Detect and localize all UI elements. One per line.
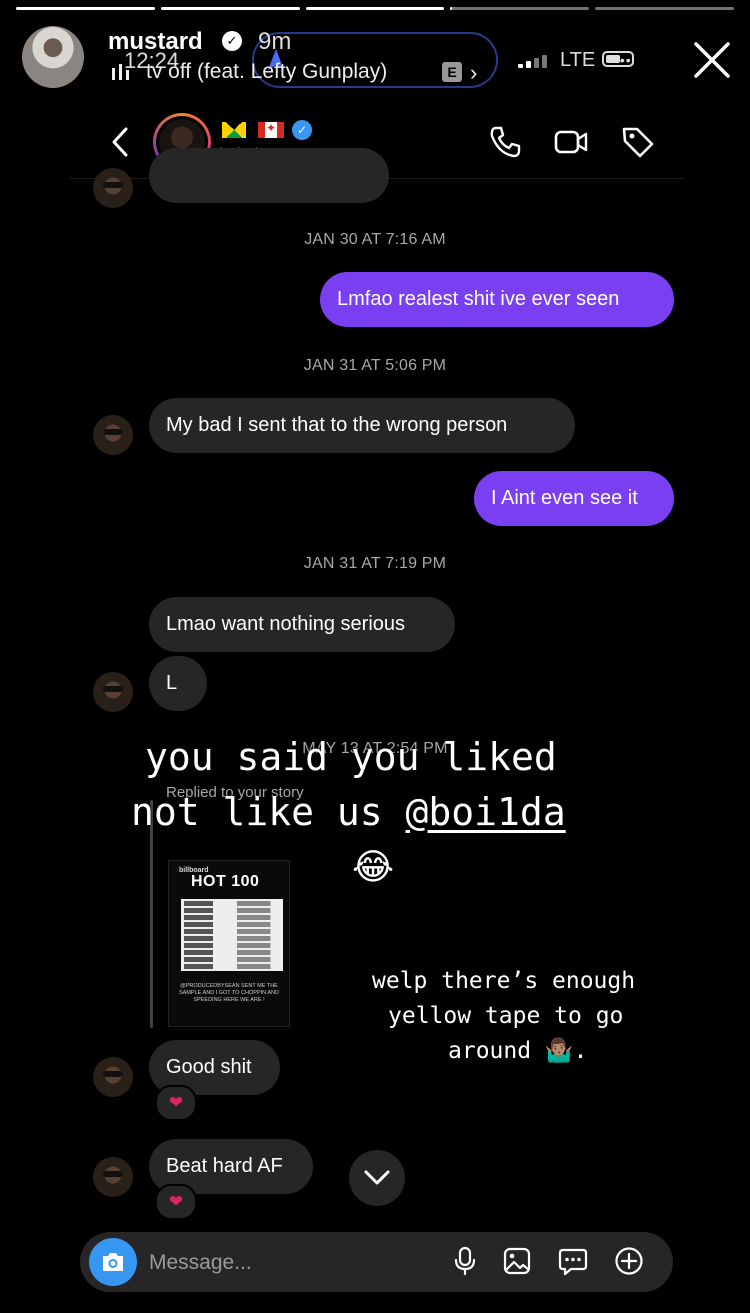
heart-reaction-icon[interactable]: ❤ [155, 1085, 197, 1121]
battery-dots: ••• [614, 52, 632, 68]
close-icon[interactable] [690, 38, 734, 82]
explicit-badge: E [442, 62, 462, 82]
thumb-title: HOT 100 [191, 873, 260, 890]
network-type: LTE [560, 49, 596, 71]
progress-segment [16, 7, 155, 10]
story-avatar[interactable] [22, 26, 84, 88]
timestamp: JAN 30 AT 7:16 AM [304, 231, 446, 248]
music-bars-icon [112, 64, 129, 80]
outgoing-message[interactable]: Lmfao realest shit ive ever seen [320, 272, 674, 327]
camera-icon [103, 1253, 123, 1271]
heart-reaction-icon[interactable]: ❤ [155, 1184, 197, 1220]
verified-icon: ✓ [292, 120, 312, 140]
jamaica-flag-icon [222, 122, 246, 138]
overlay-text: not like us [131, 790, 406, 834]
story-overlay-line1: you said you liked [145, 735, 557, 779]
story-overlay-small-2: yellow tape to go [388, 1003, 624, 1029]
sender-avatar[interactable] [93, 672, 133, 712]
message-bubble-partial [149, 148, 389, 203]
progress-segment [450, 7, 590, 10]
chevron-right-icon[interactable]: › [470, 60, 477, 86]
video-call-icon[interactable] [553, 124, 589, 160]
sender-avatar[interactable] [93, 415, 133, 455]
canada-flag-icon [258, 121, 284, 138]
timestamp: JAN 31 AT 7:19 PM [303, 555, 447, 572]
chevron-down-icon [364, 1170, 390, 1185]
story-thumbnail[interactable]: billboard HOT 100 @PRODUCEDBYSEAN SENT M… [168, 860, 290, 1027]
story-overlay-line2: not like us @boi1da [131, 790, 566, 834]
gallery-icon[interactable] [502, 1246, 532, 1276]
sticker-chat-icon[interactable] [558, 1246, 588, 1276]
progress-segment [595, 7, 734, 10]
story-overlay-small-1: welp there’s enough [372, 968, 636, 994]
sender-avatar[interactable] [93, 1057, 133, 1097]
story-song-title[interactable]: tv off (feat. Lefty Gunplay) [146, 60, 387, 84]
progress-segment [305, 7, 445, 10]
scroll-down-button[interactable] [349, 1150, 405, 1206]
sender-avatar [93, 168, 133, 208]
phone-icon[interactable] [487, 124, 523, 160]
back-arrow-icon[interactable] [108, 126, 132, 158]
incoming-message[interactable]: L [149, 656, 207, 711]
thumb-chart-table [181, 899, 283, 971]
story-overlay-small-3: around 🤷🏽‍♂️. [448, 1038, 588, 1064]
story-progress-bar [16, 7, 734, 11]
reply-indicator-bar [150, 800, 153, 1028]
thumb-caption: @PRODUCEDBYSEAN SENT ME THE SAMPLE AND I… [179, 983, 279, 1003]
add-icon[interactable] [614, 1246, 644, 1276]
cell-signal-icon [518, 54, 550, 68]
timestamp: JAN 31 AT 5:06 PM [303, 357, 447, 374]
tag-icon[interactable] [620, 124, 656, 160]
camera-button[interactable] [89, 1238, 137, 1286]
sender-avatar[interactable] [93, 1157, 133, 1197]
outgoing-message[interactable]: I Aint even see it [474, 471, 674, 526]
verified-icon: ✓ [222, 31, 242, 51]
story-username[interactable]: mustard [108, 28, 203, 56]
mention-link[interactable]: @boi1da [406, 790, 566, 834]
message-input[interactable] [147, 1236, 441, 1290]
microphone-icon[interactable] [450, 1246, 480, 1276]
progress-segment [160, 7, 300, 10]
laughing-emoji: 😂 [352, 846, 395, 887]
incoming-message[interactable]: Lmao want nothing serious [149, 597, 455, 652]
incoming-message[interactable]: My bad I sent that to the wrong person [149, 398, 575, 453]
